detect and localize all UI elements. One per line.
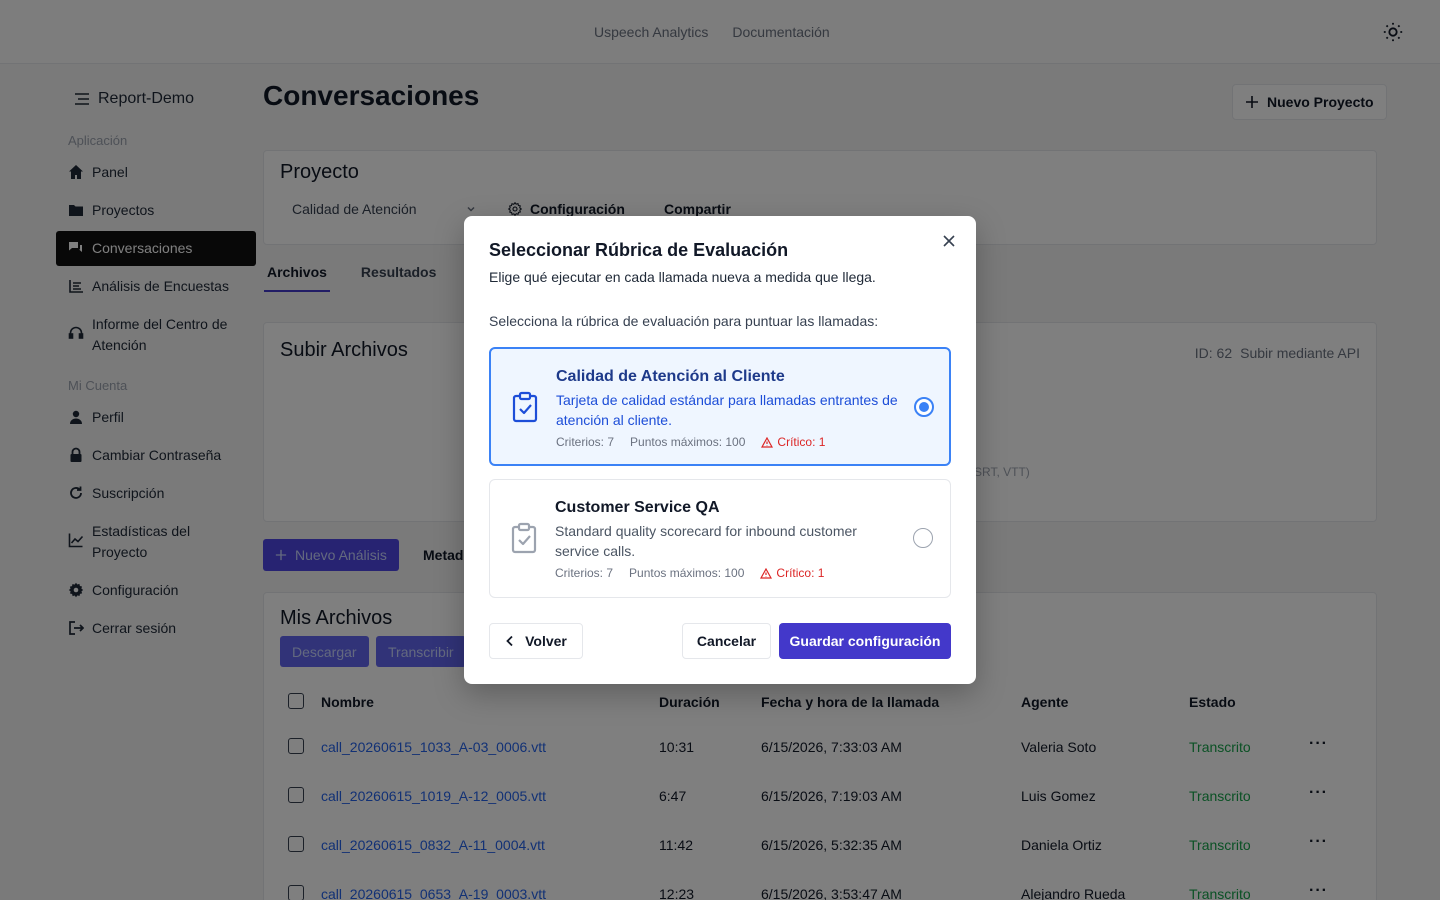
rubric-meta: Criterios: 7 Puntos máximos: 100 Crítico…: [556, 435, 825, 449]
clipboard-check-icon: [511, 522, 537, 554]
rubric-critical: Crítico: 1: [761, 435, 825, 449]
dialog-instruction: Selecciona la rúbrica de evaluación para…: [489, 313, 879, 329]
rubric-criteria: Criterios: 7: [555, 566, 614, 580]
close-icon[interactable]: [942, 234, 956, 248]
save-configuration-button[interactable]: Guardar configuración: [779, 623, 951, 659]
rubric-meta: Criterios: 7 Puntos máximos: 100 Crítico…: [555, 566, 824, 580]
back-button[interactable]: Volver: [489, 623, 583, 659]
cancel-button[interactable]: Cancelar: [682, 623, 771, 659]
dialog-subtitle: Elige qué ejecutar en cada llamada nueva…: [489, 269, 876, 285]
back-label: Volver: [525, 633, 567, 649]
chevron-left-icon: [506, 635, 513, 647]
rubric-criteria: Criterios: 7: [556, 435, 615, 449]
rubric-radio[interactable]: [913, 528, 933, 548]
dialog-title: Seleccionar Rúbrica de Evaluación: [489, 240, 789, 260]
warning-icon: [761, 436, 774, 448]
rubric-dialog: Seleccionar Rúbrica de Evaluación Elige …: [464, 216, 976, 684]
rubric-name: Calidad de Atención al Cliente: [556, 368, 785, 385]
clipboard-check-icon: [512, 391, 538, 423]
rubric-max-points: Puntos máximos: 100: [629, 566, 745, 580]
rubric-name: Customer Service QA: [555, 499, 720, 516]
rubric-description: Standard quality scorecard for inbound c…: [555, 523, 857, 559]
rubric-max-points: Puntos máximos: 100: [630, 435, 746, 449]
warning-icon: [760, 567, 773, 579]
rubric-description: Tarjeta de calidad estándar para llamada…: [556, 392, 898, 428]
rubric-critical: Crítico: 1: [760, 566, 824, 580]
rubric-option-customer-service-qa[interactable]: Customer Service QA Standard quality sco…: [489, 479, 951, 598]
rubric-critical-label: Crítico: 1: [777, 435, 826, 449]
rubric-option-customer-quality[interactable]: Calidad de Atención al Cliente Tarjeta d…: [489, 347, 951, 466]
rubric-critical-label: Crítico: 1: [776, 566, 825, 580]
rubric-radio[interactable]: [914, 397, 934, 417]
